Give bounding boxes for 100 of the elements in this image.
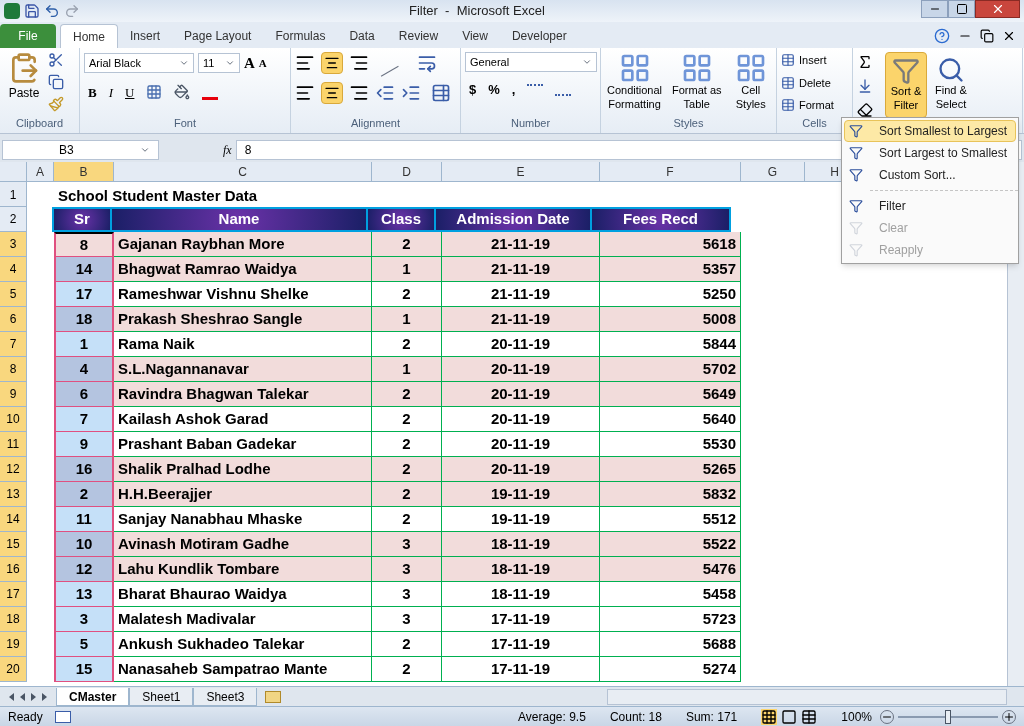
decrease-indent-icon[interactable] (375, 83, 395, 103)
save-icon[interactable] (24, 3, 40, 19)
row-header[interactable]: 17 (0, 582, 27, 607)
sheet-tab[interactable]: CMaster (56, 687, 130, 706)
ribbon-tab[interactable]: Review (386, 24, 451, 48)
minimize-button[interactable] (921, 0, 948, 18)
grow-font-icon[interactable]: A (244, 52, 255, 75)
fill-icon[interactable] (857, 78, 873, 94)
row-header[interactable]: 3 (0, 232, 27, 257)
ribbon-tab[interactable]: Page Layout (172, 24, 264, 48)
cells-button[interactable]: Format (781, 97, 848, 114)
shrink-font-icon[interactable]: A (258, 55, 267, 72)
previous-sheet-icon[interactable] (20, 692, 25, 701)
row-header[interactable]: 13 (0, 482, 27, 507)
column-header[interactable]: B (54, 162, 114, 181)
row-header[interactable]: 7 (0, 332, 27, 357)
menu-item[interactable]: Sort Smallest to Largest (844, 120, 1016, 142)
clear-icon[interactable] (857, 102, 873, 118)
row-header[interactable]: 20 (0, 657, 27, 682)
row-header[interactable]: 4 (0, 257, 27, 282)
number-format-field[interactable]: General (465, 52, 597, 72)
paste-button[interactable]: Paste (4, 52, 44, 112)
sort-filter-button[interactable]: Sort & Filter (885, 52, 927, 118)
sheet-tab[interactable]: Sheet1 (129, 687, 194, 706)
sheet-tab[interactable]: Sheet3 (193, 687, 258, 706)
bold-button[interactable]: B (88, 82, 97, 102)
row-header[interactable]: 12 (0, 457, 27, 482)
comma-button[interactable]: , (511, 80, 516, 100)
cut-icon[interactable] (48, 52, 64, 68)
menu-item[interactable]: Filter (844, 195, 1016, 217)
align-center-icon[interactable] (321, 82, 343, 104)
restore-icon[interactable] (980, 29, 994, 43)
row-header[interactable]: 5 (0, 282, 27, 307)
ribbon-tab[interactable]: Formulas (263, 24, 338, 48)
align-top-icon[interactable] (295, 53, 315, 73)
align-bottom-icon[interactable] (349, 53, 369, 73)
row-header[interactable]: 18 (0, 607, 27, 632)
last-sheet-icon[interactable] (42, 692, 47, 701)
copy-icon[interactable] (48, 74, 64, 90)
ribbon-tab[interactable]: Insert (118, 24, 173, 48)
row-header[interactable]: 10 (0, 407, 27, 432)
cells-button[interactable]: Delete (781, 74, 848, 91)
normal-view-icon[interactable] (761, 708, 778, 725)
row-header[interactable]: 6 (0, 307, 27, 332)
italic-button[interactable]: I (108, 82, 113, 102)
page-break-icon[interactable] (801, 708, 818, 725)
style-button[interactable]: Cell Styles (729, 52, 772, 112)
currency-button[interactable]: $ (469, 80, 477, 100)
file-tab[interactable]: File (0, 24, 56, 48)
fill-color-icon[interactable] (174, 84, 191, 101)
underline-button[interactable]: U (125, 82, 135, 102)
style-button[interactable]: Format as Table (668, 52, 726, 112)
first-sheet-icon[interactable] (9, 692, 14, 701)
page-layout-icon[interactable] (781, 708, 798, 725)
row-header[interactable]: 1 (0, 182, 27, 207)
align-left-icon[interactable] (295, 83, 315, 103)
zoom-slider-thumb[interactable] (945, 709, 951, 724)
wrap-text-icon[interactable] (417, 53, 437, 73)
row-header[interactable]: 2 (0, 207, 27, 232)
help-icon[interactable] (934, 28, 950, 44)
row-header[interactable]: 19 (0, 632, 27, 657)
ribbon-tab[interactable]: View (450, 24, 500, 48)
borders-icon[interactable] (146, 84, 163, 101)
percent-button[interactable]: % (488, 80, 500, 100)
function-label[interactable]: fx (223, 141, 232, 159)
row-header[interactable]: 15 (0, 532, 27, 557)
row-header[interactable]: 11 (0, 432, 27, 457)
column-header[interactable]: F (600, 162, 741, 181)
table-cell: 5476 (600, 557, 741, 582)
name-box[interactable]: B3 (2, 140, 159, 160)
font-size-field[interactable]: 11 (198, 53, 240, 74)
ribbon-tab[interactable]: Developer (499, 24, 579, 48)
font-name-field[interactable]: Arial Black (84, 53, 194, 74)
close-button[interactable] (975, 0, 1020, 18)
column-header[interactable]: E (442, 162, 600, 181)
align-middle-icon[interactable] (321, 52, 343, 74)
row-header[interactable]: 16 (0, 557, 27, 582)
row-header[interactable]: 9 (0, 382, 27, 407)
table-cell: Gajanan Raybhan More (114, 232, 372, 257)
next-sheet-icon[interactable] (31, 692, 36, 701)
merge-center-icon[interactable] (431, 83, 451, 103)
find-select-button[interactable]: Find & Select (931, 52, 971, 112)
align-right-icon[interactable] (349, 83, 369, 103)
table-header: Class (366, 207, 436, 232)
column-header[interactable]: G (741, 162, 805, 181)
column-header[interactable]: C (114, 162, 372, 181)
style-button[interactable]: Conditional Formatting (605, 52, 665, 112)
close-icon[interactable] (1002, 29, 1016, 43)
undo-icon[interactable] (44, 3, 60, 19)
row-header[interactable]: 8 (0, 357, 27, 382)
row-header[interactable]: 14 (0, 507, 27, 532)
ribbon-tab[interactable]: Home (60, 24, 118, 48)
restore-button[interactable] (948, 0, 975, 18)
horizontal-scrollbar[interactable] (607, 688, 1007, 705)
cells-button[interactable]: Insert (781, 52, 848, 69)
increase-indent-icon[interactable] (401, 83, 421, 103)
column-header[interactable]: D (372, 162, 442, 181)
table-cell: Lahu Kundlik Tombare (114, 557, 372, 582)
autosum-icon[interactable] (857, 54, 873, 70)
ribbon-tab[interactable]: Data (337, 24, 387, 48)
